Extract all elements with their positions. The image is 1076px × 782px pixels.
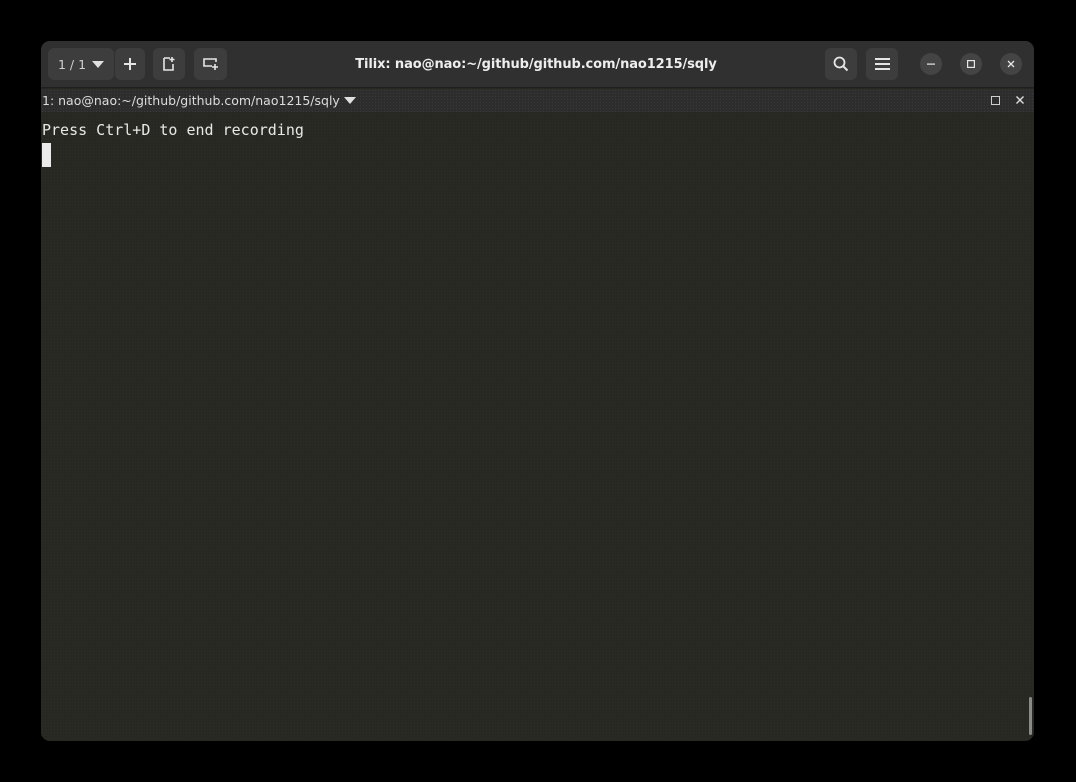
window-title: Tilix: nao@nao:~/github/github.com/nao12… <box>355 57 717 72</box>
terminal-title-bar: 1: nao@nao:~/github/github.com/nao1215/s… <box>41 89 1034 112</box>
maximize-button[interactable] <box>960 53 982 75</box>
hamburger-menu-icon <box>874 58 890 70</box>
chevron-down-icon <box>92 61 104 68</box>
terminal-scrollbar[interactable] <box>1029 697 1032 735</box>
split-terminal-button[interactable] <box>153 48 185 80</box>
close-icon <box>1016 96 1024 104</box>
plus-icon <box>124 58 136 70</box>
menu-button[interactable] <box>866 48 898 80</box>
add-terminal-icon <box>202 58 218 70</box>
search-button[interactable] <box>825 48 857 80</box>
close-icon <box>1007 60 1015 68</box>
terminal-cursor <box>42 143 51 167</box>
add-terminal-button[interactable] <box>194 48 227 80</box>
search-icon <box>833 56 849 72</box>
maximize-icon <box>990 95 1000 105</box>
terminal-maximize-button[interactable] <box>990 94 1000 106</box>
close-button[interactable] <box>1000 53 1022 75</box>
sessions-dropdown-button[interactable]: 1 / 1 <box>48 48 114 80</box>
terminal-title[interactable]: 1: nao@nao:~/github/github.com/nao1215/s… <box>42 89 340 112</box>
sessions-label: 1 / 1 <box>58 56 87 72</box>
terminal-output-line: Press Ctrl+D to end recording <box>42 121 304 139</box>
header-bar: 1 / 1 Tilix: nao@nao:~/github/github.com… <box>41 41 1034 88</box>
maximize-icon <box>967 60 975 68</box>
chevron-down-icon[interactable] <box>344 97 356 104</box>
terminal-area[interactable]: Press Ctrl+D to end recording <box>41 113 1034 741</box>
terminal-close-button[interactable] <box>1014 93 1026 107</box>
tilix-window: 1 / 1 Tilix: nao@nao:~/github/github.com… <box>41 41 1034 741</box>
add-session-button[interactable] <box>115 48 145 80</box>
minimize-icon <box>927 63 935 65</box>
split-terminal-icon <box>163 57 175 71</box>
minimize-button[interactable] <box>920 53 942 75</box>
